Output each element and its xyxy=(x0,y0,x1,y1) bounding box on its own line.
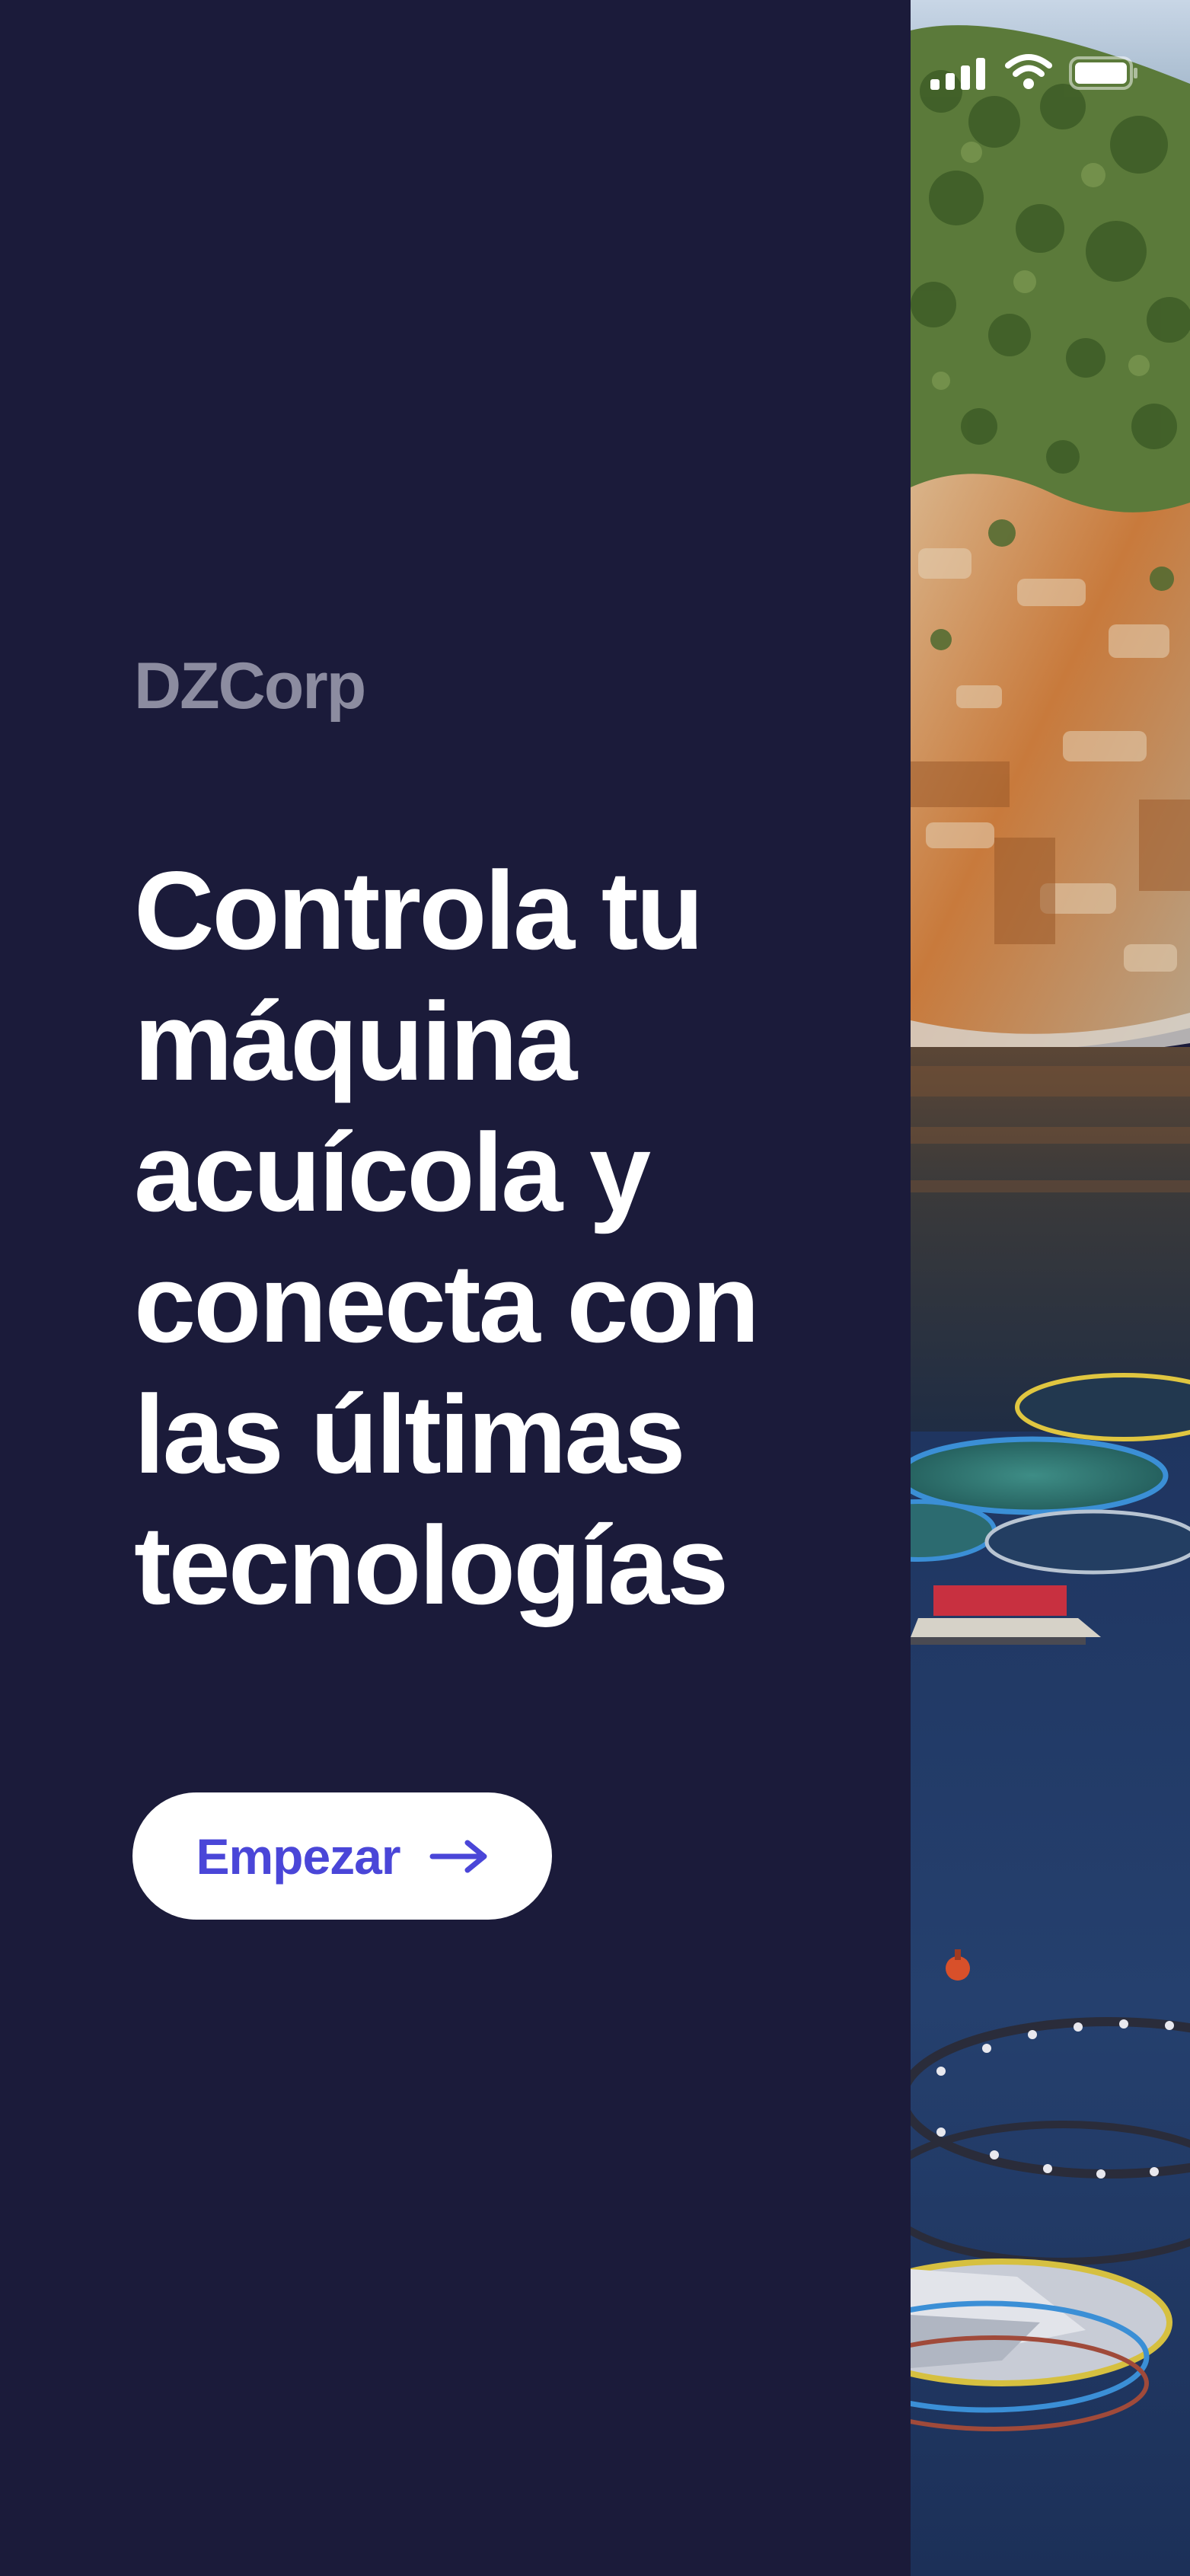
aquaculture-photo xyxy=(911,0,1190,2576)
arrow-right-icon xyxy=(429,1840,489,1873)
onboarding-screen: DZCorp Controla tu máquina acuícola y co… xyxy=(0,0,1190,2576)
start-button[interactable]: Empezar xyxy=(132,1792,552,1920)
fish-farm-image xyxy=(911,0,1190,2576)
start-button-label: Empezar xyxy=(196,1827,400,1885)
status-bar xyxy=(911,0,1190,145)
hero-headline: Controla tu máquina acuícola y conecta c… xyxy=(134,848,760,1627)
battery-icon xyxy=(1069,56,1139,94)
wifi-icon xyxy=(1005,53,1052,94)
signal-icon xyxy=(930,56,988,94)
content-panel: DZCorp Controla tu máquina acuícola y co… xyxy=(0,0,911,2576)
brand-logo-text: DZCorp xyxy=(134,650,366,723)
